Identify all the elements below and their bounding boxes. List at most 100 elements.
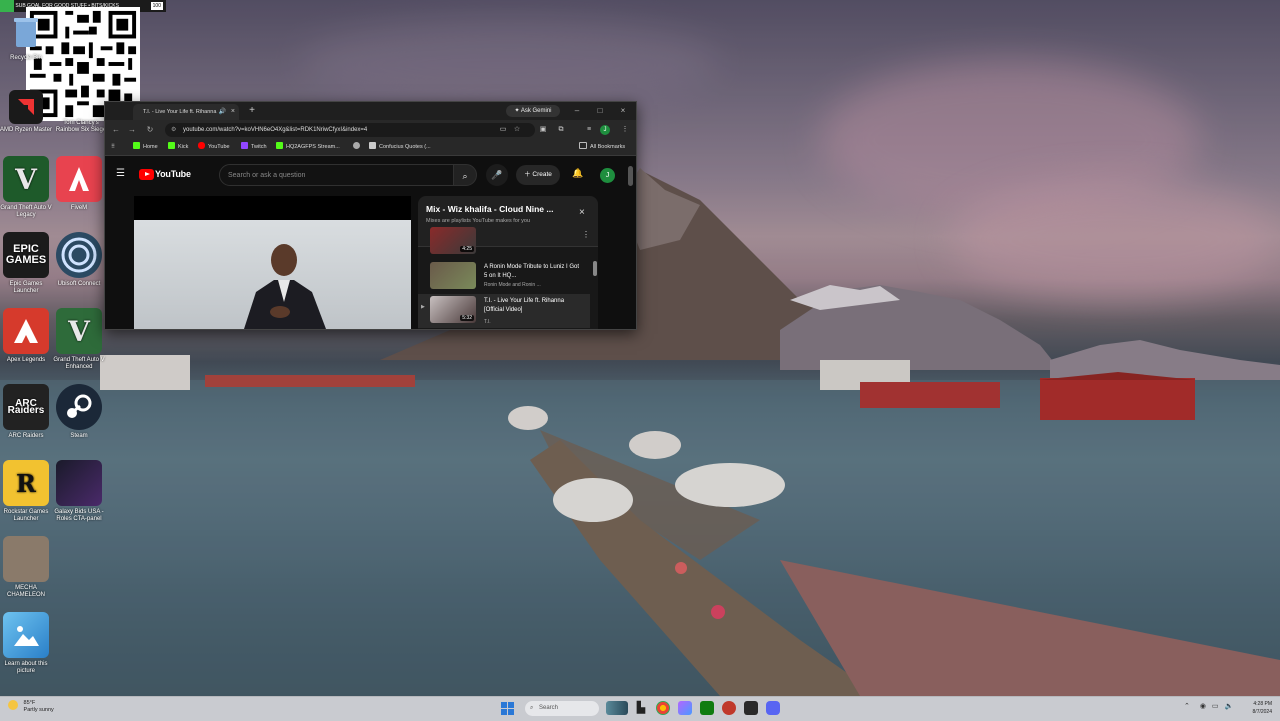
desktop-icon-epic-games[interactable]: EPIC GAMES Epic Games Launcher: [0, 232, 52, 295]
desktop-icon-learn-about-picture[interactable]: Learn about this picture: [0, 612, 52, 675]
bookmark-star-icon[interactable]: ☆: [511, 123, 523, 137]
browser-menu-icon[interactable]: ⋮: [619, 123, 631, 137]
reload-button[interactable]: ↻: [143, 123, 157, 137]
playlist-item[interactable]: A Ronin Mode Tribute to Luniz I Got 5 on…: [418, 260, 590, 294]
ask-gemini-label: Ask Gemini: [520, 108, 552, 114]
video-person: [244, 244, 326, 329]
desktop-icon-label: Galaxy Bids USA - Roles CTA-panel: [54, 509, 104, 522]
media-controls-icon[interactable]: ≡: [583, 123, 595, 137]
create-button[interactable]: ＋ Create: [516, 165, 560, 185]
minimize-button[interactable]: –: [566, 102, 588, 120]
playlist-item-current[interactable]: ▶ 5:32 T.I. - Live Your Life ft. Rihanna…: [418, 294, 590, 328]
bookmark-stream[interactable]: HQ2AGFPS Stream...: [276, 140, 340, 155]
xbox-icon[interactable]: [700, 701, 714, 715]
desktop-icon-galaxy-bids[interactable]: Galaxy Bids USA - Roles CTA-panel: [53, 460, 105, 523]
browser-window[interactable]: T.I. - Live Your Life ft. Rihanna 🔊 × + …: [104, 101, 637, 330]
picture-info-icon: [3, 612, 49, 658]
chrome-icon[interactable]: [656, 701, 670, 715]
mix-title[interactable]: Mix - Wiz khalifa - Cloud Nine ...: [426, 204, 576, 214]
desktop-icon-ubisoft[interactable]: Ubisoft Connect: [53, 232, 105, 288]
copilot-icon[interactable]: [678, 701, 692, 715]
app-icon[interactable]: [722, 701, 736, 715]
monitor-icon[interactable]: ▭: [1212, 703, 1219, 710]
extension-icon[interactable]: ▣: [537, 123, 549, 137]
search-icon[interactable]: ⌕: [453, 164, 477, 186]
extensions-puzzle-icon[interactable]: ⧉: [555, 123, 567, 137]
playlist-scrollbar[interactable]: [593, 261, 597, 276]
start-button[interactable]: [501, 702, 514, 715]
playlist-item[interactable]: 4:25: [418, 225, 590, 259]
notifications-bell-icon[interactable]: 🔔: [572, 168, 583, 179]
all-bookmarks-button[interactable]: All Bookmarks: [579, 140, 625, 155]
kick-favicon-icon: [133, 142, 140, 149]
desktop-icon-mecha-chameleon[interactable]: MECHA CHAMELEON: [0, 536, 52, 599]
taskbar-widget-icon[interactable]: [606, 701, 628, 715]
youtube-logo-text: YouTube: [155, 169, 191, 179]
system-tray[interactable]: ⌃ ◉ ▭ 🔈: [1184, 702, 1233, 710]
video-title: A Ronin Mode Tribute to Luniz I Got 5 on…: [484, 264, 580, 279]
bookmark-kick[interactable]: Kick: [168, 140, 188, 155]
weather-widget[interactable]: 85°F Partly sunny: [8, 700, 54, 714]
profile-avatar[interactable]: J: [599, 123, 611, 137]
youtube-search-input[interactable]: Search or ask a question: [219, 164, 455, 186]
create-label: Create: [532, 171, 552, 178]
desktop-icon-label: Epic Games Launcher: [9, 281, 43, 294]
chevron-up-icon[interactable]: ⌃: [1184, 703, 1190, 710]
volume-icon[interactable]: 🔈: [1224, 703, 1233, 710]
desktop-icon-amd-ryzen-master[interactable]: AMD Ryzen Master: [0, 90, 52, 134]
close-icon[interactable]: ×: [579, 207, 585, 218]
tab-bar: T.I. - Live Your Life ft. Rihanna 🔊 × + …: [105, 102, 636, 120]
youtube-logo[interactable]: YouTube: [139, 169, 191, 181]
bookmark-label: Confucius Quotes (...: [379, 144, 431, 150]
network-icon[interactable]: ◉: [1200, 703, 1206, 710]
epic-tile-text: EPIC GAMES: [5, 243, 47, 266]
mecha-chameleon-icon: [3, 536, 49, 582]
desktop-icon-rainbow-six[interactable]: Tom Clancy's Rainbow Six Siege: [55, 120, 107, 134]
youtube-avatar[interactable]: J: [600, 168, 615, 183]
desktop-icon-rockstar-launcher[interactable]: R Rockstar Games Launcher: [0, 460, 52, 523]
close-window-button[interactable]: ×: [612, 102, 634, 120]
desktop-icon-label: Steam: [70, 433, 88, 439]
hamburger-menu-icon[interactable]: ☰: [116, 168, 125, 179]
back-button[interactable]: ←: [109, 123, 123, 137]
ask-gemini-button[interactable]: ✦ Ask Gemini: [506, 105, 560, 117]
task-view-icon[interactable]: ▙: [634, 701, 648, 715]
desktop-icon-gta-v-enhanced[interactable]: V Grand Theft Auto V Enhanced: [53, 308, 105, 371]
microphone-icon[interactable]: 🎤: [486, 164, 508, 186]
desktop-icon-recycle-bin[interactable]: Recycle Bin: [0, 12, 52, 62]
bookmark-youtube[interactable]: YouTube: [198, 140, 230, 155]
desktop-icon-apex-legends[interactable]: Apex Legends: [0, 308, 52, 364]
page-scrollbar[interactable]: [628, 166, 633, 186]
desktop-icon-steam[interactable]: Steam: [53, 384, 105, 440]
speaker-icon[interactable]: 🔊: [219, 104, 226, 120]
taskbar-clock[interactable]: 4:28 PM 8/7/2024: [1244, 700, 1272, 716]
taskbar-search[interactable]: ⌕ Search: [525, 701, 599, 716]
epic-games-taskbar-icon[interactable]: [744, 701, 758, 715]
bookmark-home[interactable]: Home: [133, 140, 158, 155]
forward-button[interactable]: →: [125, 123, 139, 137]
fivem-icon: [56, 156, 102, 202]
video-thumbnail: 4:25: [430, 227, 476, 254]
youtube-favicon-icon: [198, 142, 205, 149]
kick-favicon-icon: [168, 142, 175, 149]
desktop-icon-gta-v-legacy[interactable]: V Grand Theft Auto V Legacy: [0, 156, 52, 219]
new-tab-button[interactable]: +: [245, 104, 259, 118]
address-bar[interactable]: ⚙ youtube.com/watch?v=koVHN6eO4Xg&list=R…: [165, 123, 535, 137]
desktop-icon-label: MECHA CHAMELEON: [6, 585, 45, 598]
tab-youtube[interactable]: T.I. - Live Your Life ft. Rihanna 🔊 ×: [133, 104, 239, 120]
video-player[interactable]: [134, 196, 411, 329]
bookmark-confucius[interactable]: Confucius Quotes (...: [369, 140, 431, 155]
search-placeholder: Search or ask a question: [228, 172, 306, 179]
desktop-icon-arc-raiders[interactable]: ARC Raiders ARC Raiders: [0, 384, 52, 440]
close-tab-icon[interactable]: ×: [231, 104, 235, 120]
address-bar-url: youtube.com/watch?v=koVHN6eO4Xg&list=RDK…: [183, 127, 368, 133]
bookmark-globe[interactable]: [353, 140, 363, 155]
taskbar-search-label: Search: [539, 705, 559, 711]
maximize-button[interactable]: □: [589, 102, 611, 120]
bookmark-twitch[interactable]: Twitch: [241, 140, 267, 155]
discord-icon[interactable]: [766, 701, 780, 715]
cast-icon[interactable]: ▭: [497, 123, 509, 137]
site-info-icon[interactable]: ⚙: [171, 123, 176, 137]
apps-grid-icon[interactable]: ⠿: [111, 140, 115, 155]
desktop-icon-fivem[interactable]: FiveM: [53, 156, 105, 212]
